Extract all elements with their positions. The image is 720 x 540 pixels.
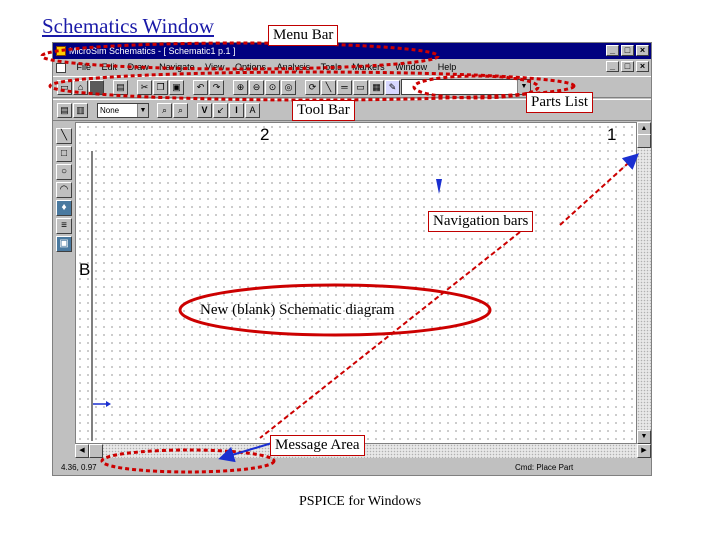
voltage-marker-icon[interactable]: V: [197, 103, 212, 118]
menu-file[interactable]: File: [73, 59, 96, 75]
menu-bar: File Edit Draw Navigate View Options Ana…: [53, 59, 651, 75]
callout-blank-schematic: New (blank) Schematic diagram: [200, 302, 395, 318]
scroll-right-icon[interactable]: ▶: [637, 444, 651, 458]
doc-restore-button[interactable]: □: [621, 61, 634, 72]
scroll-down-icon[interactable]: ▼: [637, 430, 651, 444]
cursor-coordinates: 4.36, 0.97: [61, 463, 97, 472]
text-marker-icon[interactable]: A: [245, 103, 260, 118]
open-folder-icon[interactable]: ⌂: [73, 80, 88, 95]
doc-minimize-button[interactable]: _: [606, 61, 619, 72]
style-dropdown-value: None: [100, 106, 120, 115]
redraw-icon[interactable]: ⟳: [305, 80, 320, 95]
print-icon[interactable]: ▤: [113, 80, 128, 95]
callout-parts-list: Parts List: [526, 92, 594, 113]
scroll-thumb[interactable]: [637, 134, 651, 148]
setup-icon[interactable]: ▤: [57, 103, 72, 118]
scroll-left-icon[interactable]: ◀: [75, 444, 89, 458]
library-icon[interactable]: ▥: [73, 103, 88, 118]
menu-markers[interactable]: Markers: [348, 59, 389, 75]
zoom-area-icon[interactable]: ⊙: [265, 80, 280, 95]
search-icon[interactable]: ⌕: [173, 103, 188, 118]
callout-navigation-bars: Navigation bars: [428, 211, 534, 232]
zoom-out-icon[interactable]: ⊖: [249, 80, 264, 95]
menu-navigate[interactable]: Navigate: [155, 59, 199, 75]
undo-icon[interactable]: ↶: [193, 80, 208, 95]
cut-icon[interactable]: ✂: [137, 80, 152, 95]
doc-close-button[interactable]: ×: [636, 61, 649, 72]
current-marker-icon[interactable]: I: [229, 103, 244, 118]
menu-edit[interactable]: Edit: [98, 59, 122, 75]
document-icon[interactable]: [56, 62, 66, 73]
copy-icon[interactable]: ❐: [153, 80, 168, 95]
callout-tool-bar: Tool Bar: [292, 100, 355, 121]
zoom-in-icon[interactable]: ⊕: [233, 80, 248, 95]
draw-wire-icon[interactable]: ╲: [321, 80, 336, 95]
circle-tool-icon[interactable]: ○: [56, 164, 72, 180]
text-tool-icon[interactable]: ≡: [56, 218, 72, 234]
draw-block-icon[interactable]: ▭: [353, 80, 368, 95]
menu-draw[interactable]: Draw: [124, 59, 153, 75]
draw-bus-icon[interactable]: ═: [337, 80, 352, 95]
menu-tools[interactable]: Tools: [317, 59, 346, 75]
get-part-icon[interactable]: ▦: [369, 80, 384, 95]
app-icon[interactable]: [56, 46, 66, 56]
title-bar[interactable]: MicroSim Schematics - [ Schematic1 p.1 ]…: [53, 43, 651, 59]
window-title: MicroSim Schematics - [ Schematic1 p.1 ]: [69, 46, 236, 56]
new-file-icon[interactable]: ▭: [57, 80, 72, 95]
status-command: Cmd: Place Part: [515, 463, 574, 472]
menu-help[interactable]: Help: [434, 59, 461, 75]
menu-analysis[interactable]: Analysis: [273, 59, 315, 75]
callout-menu-bar: Menu Bar: [268, 25, 339, 46]
component-tool-icon[interactable]: ♦: [56, 200, 72, 216]
maximize-button[interactable]: □: [621, 45, 634, 56]
status-bar: 4.36, 0.97 Cmd: Place Part: [53, 460, 651, 475]
probe-icon[interactable]: ⌕: [157, 103, 172, 118]
scroll-thumb-horizontal[interactable]: [89, 444, 103, 458]
zoom-fit-icon[interactable]: ◎: [281, 80, 296, 95]
part-browser-icon[interactable]: ✎: [385, 80, 400, 95]
minimize-button[interactable]: _: [606, 45, 619, 56]
rectangle-tool-icon[interactable]: □: [56, 146, 72, 162]
close-button[interactable]: ×: [636, 45, 649, 56]
vertical-scrollbar[interactable]: ▲ ▼: [637, 122, 651, 444]
menu-options[interactable]: Options: [231, 59, 270, 75]
paste-icon[interactable]: ▣: [169, 80, 184, 95]
schematic-canvas[interactable]: 2 1 B: [75, 122, 637, 444]
chevron-down-icon[interactable]: ▼: [137, 104, 148, 117]
line-tool-icon[interactable]: ╲: [56, 128, 72, 144]
arc-tool-icon[interactable]: ◠: [56, 182, 72, 198]
picture-tool-icon[interactable]: ▣: [56, 236, 72, 252]
page-border-lines: [91, 151, 442, 441]
redo-icon[interactable]: ↷: [209, 80, 224, 95]
menu-view[interactable]: View: [201, 59, 228, 75]
callout-message-area: Message Area: [270, 435, 365, 456]
slide-footer: PSPICE for Windows: [298, 494, 422, 509]
slide-title: Schematics Window: [42, 14, 214, 38]
menu-window[interactable]: Window: [391, 59, 431, 75]
parts-list-dropdown[interactable]: ▼: [401, 79, 531, 95]
marker-arrow-icon[interactable]: ↙: [213, 103, 228, 118]
save-disk-icon[interactable]: [89, 80, 104, 95]
style-dropdown[interactable]: None ▼: [97, 103, 149, 118]
tool-palette: ╲ □ ○ ◠ ♦ ≡ ▣: [53, 122, 75, 452]
